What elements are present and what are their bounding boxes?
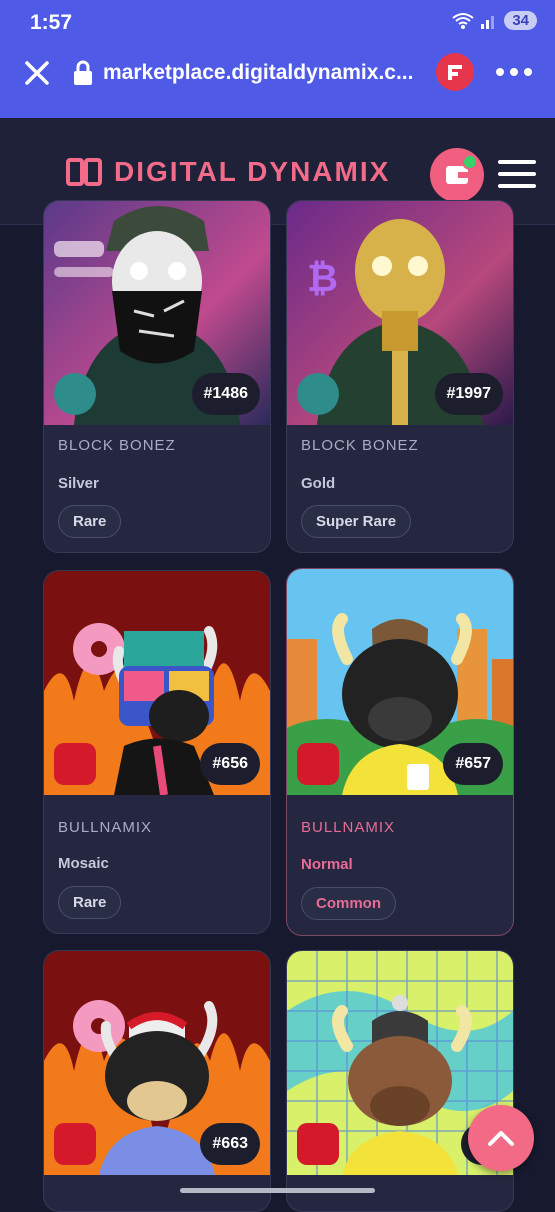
nft-card[interactable]: #663 (43, 950, 271, 1212)
svg-text:₿: ₿ (307, 258, 338, 300)
more-options-icon[interactable] (494, 60, 534, 84)
nft-card[interactable]: #657 BULLNAMIX Normal Common (286, 568, 514, 936)
collection-bull-icon (54, 743, 96, 785)
token-id-badge: #663 (200, 1123, 260, 1165)
close-icon[interactable] (22, 58, 52, 88)
nft-card[interactable]: ₿ #1997 BLOCK BONEZ Gold Super Rare (286, 200, 514, 553)
home-indicator[interactable] (180, 1188, 375, 1193)
collection-bull-icon (297, 743, 339, 785)
token-id-badge: #656 (200, 743, 260, 785)
token-id-badge: #1486 (191, 373, 260, 415)
collection-name: BULLNAMIX (58, 819, 153, 836)
nft-tier: Mosaic (58, 855, 109, 872)
collection-name: BLOCK BONEZ (58, 437, 176, 454)
scroll-to-top-button[interactable] (468, 1105, 534, 1171)
status-bar: 1:57 34 (0, 0, 555, 44)
nft-artwork: #1486 (44, 201, 270, 425)
nft-artwork: #663 (44, 951, 270, 1175)
nft-card[interactable]: #656 BULLNAMIX Mosaic Rare (43, 570, 271, 934)
collection-bull-icon (54, 1123, 96, 1165)
browser-toolbar: marketplace.digitaldynamix.c... (0, 44, 555, 118)
rarity-badge: Rare (58, 505, 122, 538)
wallet-status-dot (462, 154, 478, 170)
signal-icon (481, 15, 495, 29)
collection-name: BLOCK BONEZ (301, 437, 419, 454)
lock-icon (74, 60, 92, 85)
wallet-button[interactable] (430, 148, 484, 202)
nft-artwork: ₿ #1997 (287, 201, 513, 425)
rarity-badge: Common (301, 887, 396, 920)
url-bar[interactable]: marketplace.digitaldynamix.c... (103, 58, 418, 88)
chevron-up-icon (488, 1131, 514, 1146)
site-logo-text[interactable]: DIGITAL DYNAMIX (114, 156, 390, 188)
rarity-badge: Rare (58, 886, 122, 919)
collection-bull-icon (297, 1123, 339, 1165)
nft-artwork: #656 (44, 571, 270, 795)
nft-tier: Gold (301, 475, 336, 492)
collection-skull-icon (297, 373, 339, 415)
battery-indicator: 34 (504, 11, 537, 30)
logo-icon[interactable] (66, 158, 102, 186)
status-icons: 34 (452, 11, 537, 30)
nft-card[interactable]: #1486 BLOCK BONEZ Silver Rare (43, 200, 271, 553)
nft-tier: Normal (301, 856, 353, 873)
wifi-icon (452, 12, 474, 29)
status-time: 1:57 (30, 11, 73, 34)
token-id-badge: #1997 (434, 373, 503, 415)
menu-button[interactable] (498, 160, 536, 188)
nft-artwork: #657 (287, 569, 513, 795)
collection-name: BULLNAMIX (301, 819, 396, 836)
token-id-badge: #657 (443, 743, 503, 785)
nft-tier: Silver (58, 475, 99, 492)
collection-skull-icon (54, 373, 96, 415)
rarity-badge: Super Rare (301, 505, 412, 538)
nft-card[interactable]: #6 (286, 950, 514, 1212)
flipboard-icon[interactable] (436, 53, 474, 91)
